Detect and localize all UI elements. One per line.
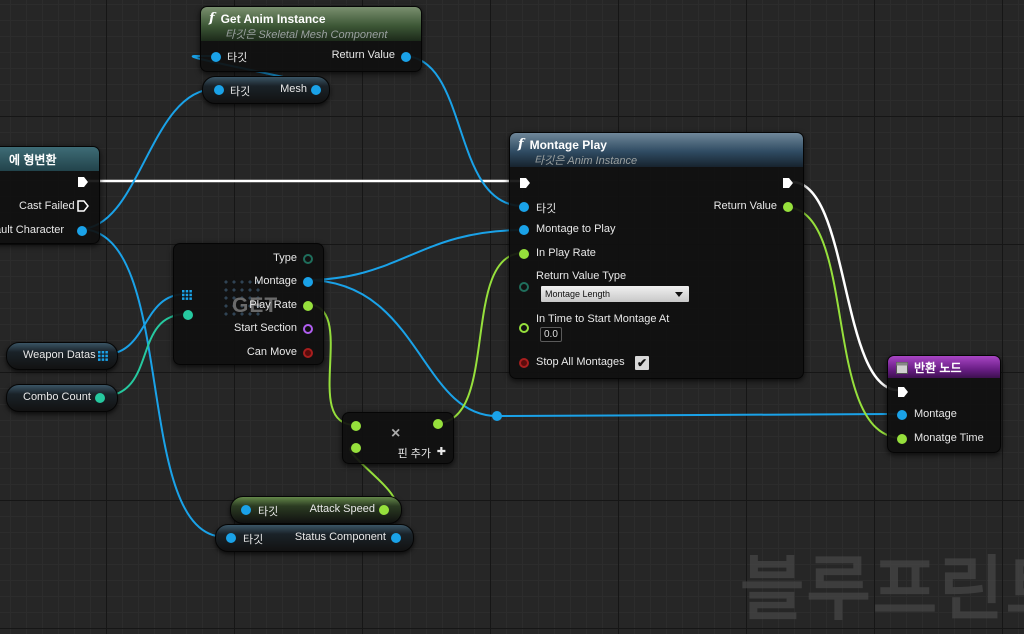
return-node-icon [896,361,908,374]
type-label: Type [273,252,297,264]
as-character-label: ault Character [0,224,65,236]
return-value-type-dropdown[interactable]: Montage Length [540,285,690,303]
combo-count-node[interactable]: Combo Count [6,384,118,412]
montage-time-pin[interactable] [897,434,907,444]
montage-label: Montage [914,408,957,420]
function-icon: f [518,137,524,152]
start-section-label: Start Section [234,322,297,334]
node-title: Montage Play [529,137,607,152]
get-mesh-node[interactable]: 타깃 Mesh [202,76,330,104]
wire-cast-to-mesh-target [79,88,216,230]
stop-all-montages-pin[interactable] [519,358,529,368]
play-rate-pin[interactable] [303,301,313,311]
wire-get-montage-to-montage-to-play [305,229,524,281]
return-node-header[interactable]: 반환 노드 [888,356,1000,378]
node-title: Get Anim Instance [220,11,326,26]
get-array-node[interactable]: GET Type Montage Play Rate Start Section… [173,243,324,365]
status-component-pin[interactable] [391,533,401,543]
exec-out-pin[interactable] [77,176,89,188]
target-label: 타깃 [243,534,264,546]
montage-time-label: Monatge Time [914,432,984,444]
node-title: 반환 노드 [914,361,962,375]
type-pin[interactable] [303,254,313,264]
multiply-icon: × [391,425,401,442]
attack-speed-pin[interactable] [379,505,389,515]
stop-all-montages-label: Stop All Montages [536,356,625,368]
cast-failed-pin[interactable] [77,200,89,212]
attack-speed-node[interactable]: 타깃 Attack Speed [230,496,402,524]
target-label: 타깃 [258,506,279,518]
play-rate-label: Play Rate [249,299,297,311]
weapon-datas-node[interactable]: Weapon Datas [6,342,118,370]
montage-pin[interactable] [897,410,907,420]
mesh-label: Mesh [280,83,307,95]
target-pin[interactable] [214,85,224,95]
node-subtitle: 타깃은 Skeletal Mesh Component [225,29,388,41]
multiply-node[interactable]: × 핀 추가 ✚ [342,412,454,464]
attack-speed-label: Attack Speed [309,503,375,515]
target-label: 타깃 [227,52,248,64]
status-component-label: Status Component [294,531,386,543]
in-time-to-start-pin[interactable] [519,323,529,333]
target-pin[interactable] [241,505,251,515]
as-character-pin[interactable] [77,226,87,236]
node-title: 에 형변환 [9,153,57,167]
return-value-type-label: Return Value Type [536,270,627,282]
function-icon: f [209,11,215,26]
target-pin[interactable] [211,52,221,62]
wire-reroute-knot [492,411,502,421]
add-pin-button[interactable]: 핀 추가 [398,445,431,461]
get-anim-instance-node[interactable]: f Get Anim Instance 타깃은 Skeletal Mesh Com… [200,6,422,72]
in-time-to-start-input[interactable]: 0.0 [540,327,562,342]
in-play-rate-pin[interactable] [519,249,529,259]
cast-node[interactable]: 에 형변환 Cast Failed ault Character [0,146,100,244]
combo-count-pin[interactable] [95,393,105,403]
target-label: 타깃 [536,203,557,215]
chevron-down-icon [675,292,683,297]
array-pin[interactable] [98,351,108,361]
mesh-pin[interactable] [311,85,321,95]
get-anim-instance-header[interactable]: f Get Anim Instance 타깃은 Skeletal Mesh Com… [201,7,421,41]
output-pin[interactable] [433,419,443,429]
return-node[interactable]: 반환 노드 Montage Monatge Time [887,355,1001,453]
blueprint-watermark: 블루프린트 [740,550,1024,628]
montage-pin[interactable] [303,277,313,287]
node-subtitle: 타깃은 Anim Instance [534,155,638,167]
wire-getanim-return-to-montage-target [402,55,524,207]
return-value-type-pin[interactable] [519,282,529,292]
montage-label: Montage [254,275,297,287]
return-value-pin[interactable] [783,202,793,212]
montage-to-play-label: Montage to Play [536,223,616,235]
return-value-pin[interactable] [401,52,411,62]
cast-node-header[interactable]: 에 형변환 [0,147,99,171]
in-time-to-start-label: In Time to Start Montage At [536,313,670,325]
plus-icon[interactable]: ✚ [437,445,446,458]
return-value-label: Return Value [331,49,395,61]
dropdown-selected-value: Montage Length [545,289,611,299]
input-a-pin[interactable] [351,421,361,431]
can-move-pin[interactable] [303,348,313,358]
status-component-node[interactable]: 타깃 Status Component [215,524,414,552]
montage-to-play-pin[interactable] [519,225,529,235]
start-section-pin[interactable] [303,324,313,334]
stop-all-montages-checkbox[interactable]: ✔ [634,355,650,371]
return-value-label: Return Value [713,200,777,212]
cast-failed-label: Cast Failed [19,200,75,212]
in-play-rate-label: In Play Rate [536,247,596,259]
exec-in-pin[interactable] [519,177,531,189]
exec-in-pin[interactable] [897,386,909,398]
wire-exec-montage-to-return [791,180,899,392]
exec-out-pin[interactable] [782,177,794,189]
target-label: 타깃 [230,86,251,98]
can-move-label: Can Move [246,346,297,358]
input-b-pin[interactable] [351,443,361,453]
target-pin[interactable] [226,533,236,543]
montage-play-header[interactable]: f Montage Play 타깃은 Anim Instance [510,133,803,167]
array-input-pin[interactable] [182,290,192,300]
index-input-pin[interactable] [183,310,193,320]
montage-play-node[interactable]: f Montage Play 타깃은 Anim Instance 타깃 Retur… [509,132,804,379]
weapon-datas-label: Weapon Datas [23,349,96,361]
target-pin[interactable] [519,202,529,212]
combo-count-label: Combo Count [23,391,91,403]
